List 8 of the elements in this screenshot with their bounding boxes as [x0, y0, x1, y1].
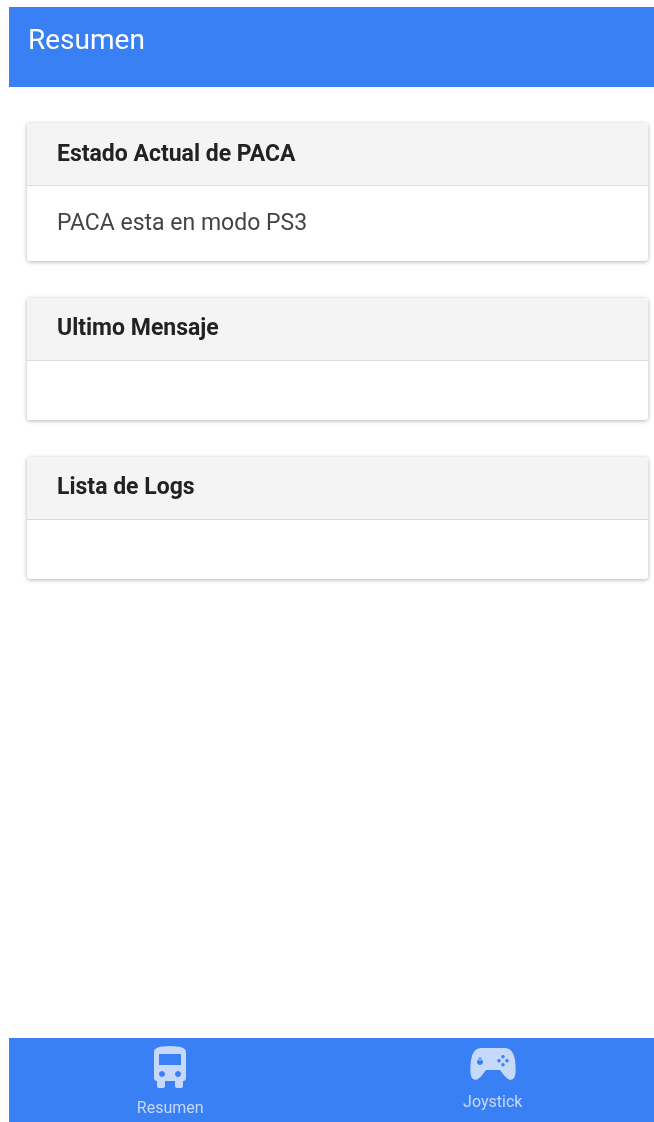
card-title: Estado Actual de PACA [57, 138, 296, 169]
card-title: Ultimo Mensaje [57, 313, 219, 344]
card-title: Lista de Logs [57, 472, 195, 503]
header-title: Resumen [28, 22, 145, 58]
card-text: PACA esta en modo PS3 [57, 208, 308, 238]
gamepad-icon [468, 1046, 517, 1082]
nav-tab[interactable]: Joystick [331, 1038, 654, 1122]
nav-tab[interactable]: Resumen [9, 1038, 332, 1122]
